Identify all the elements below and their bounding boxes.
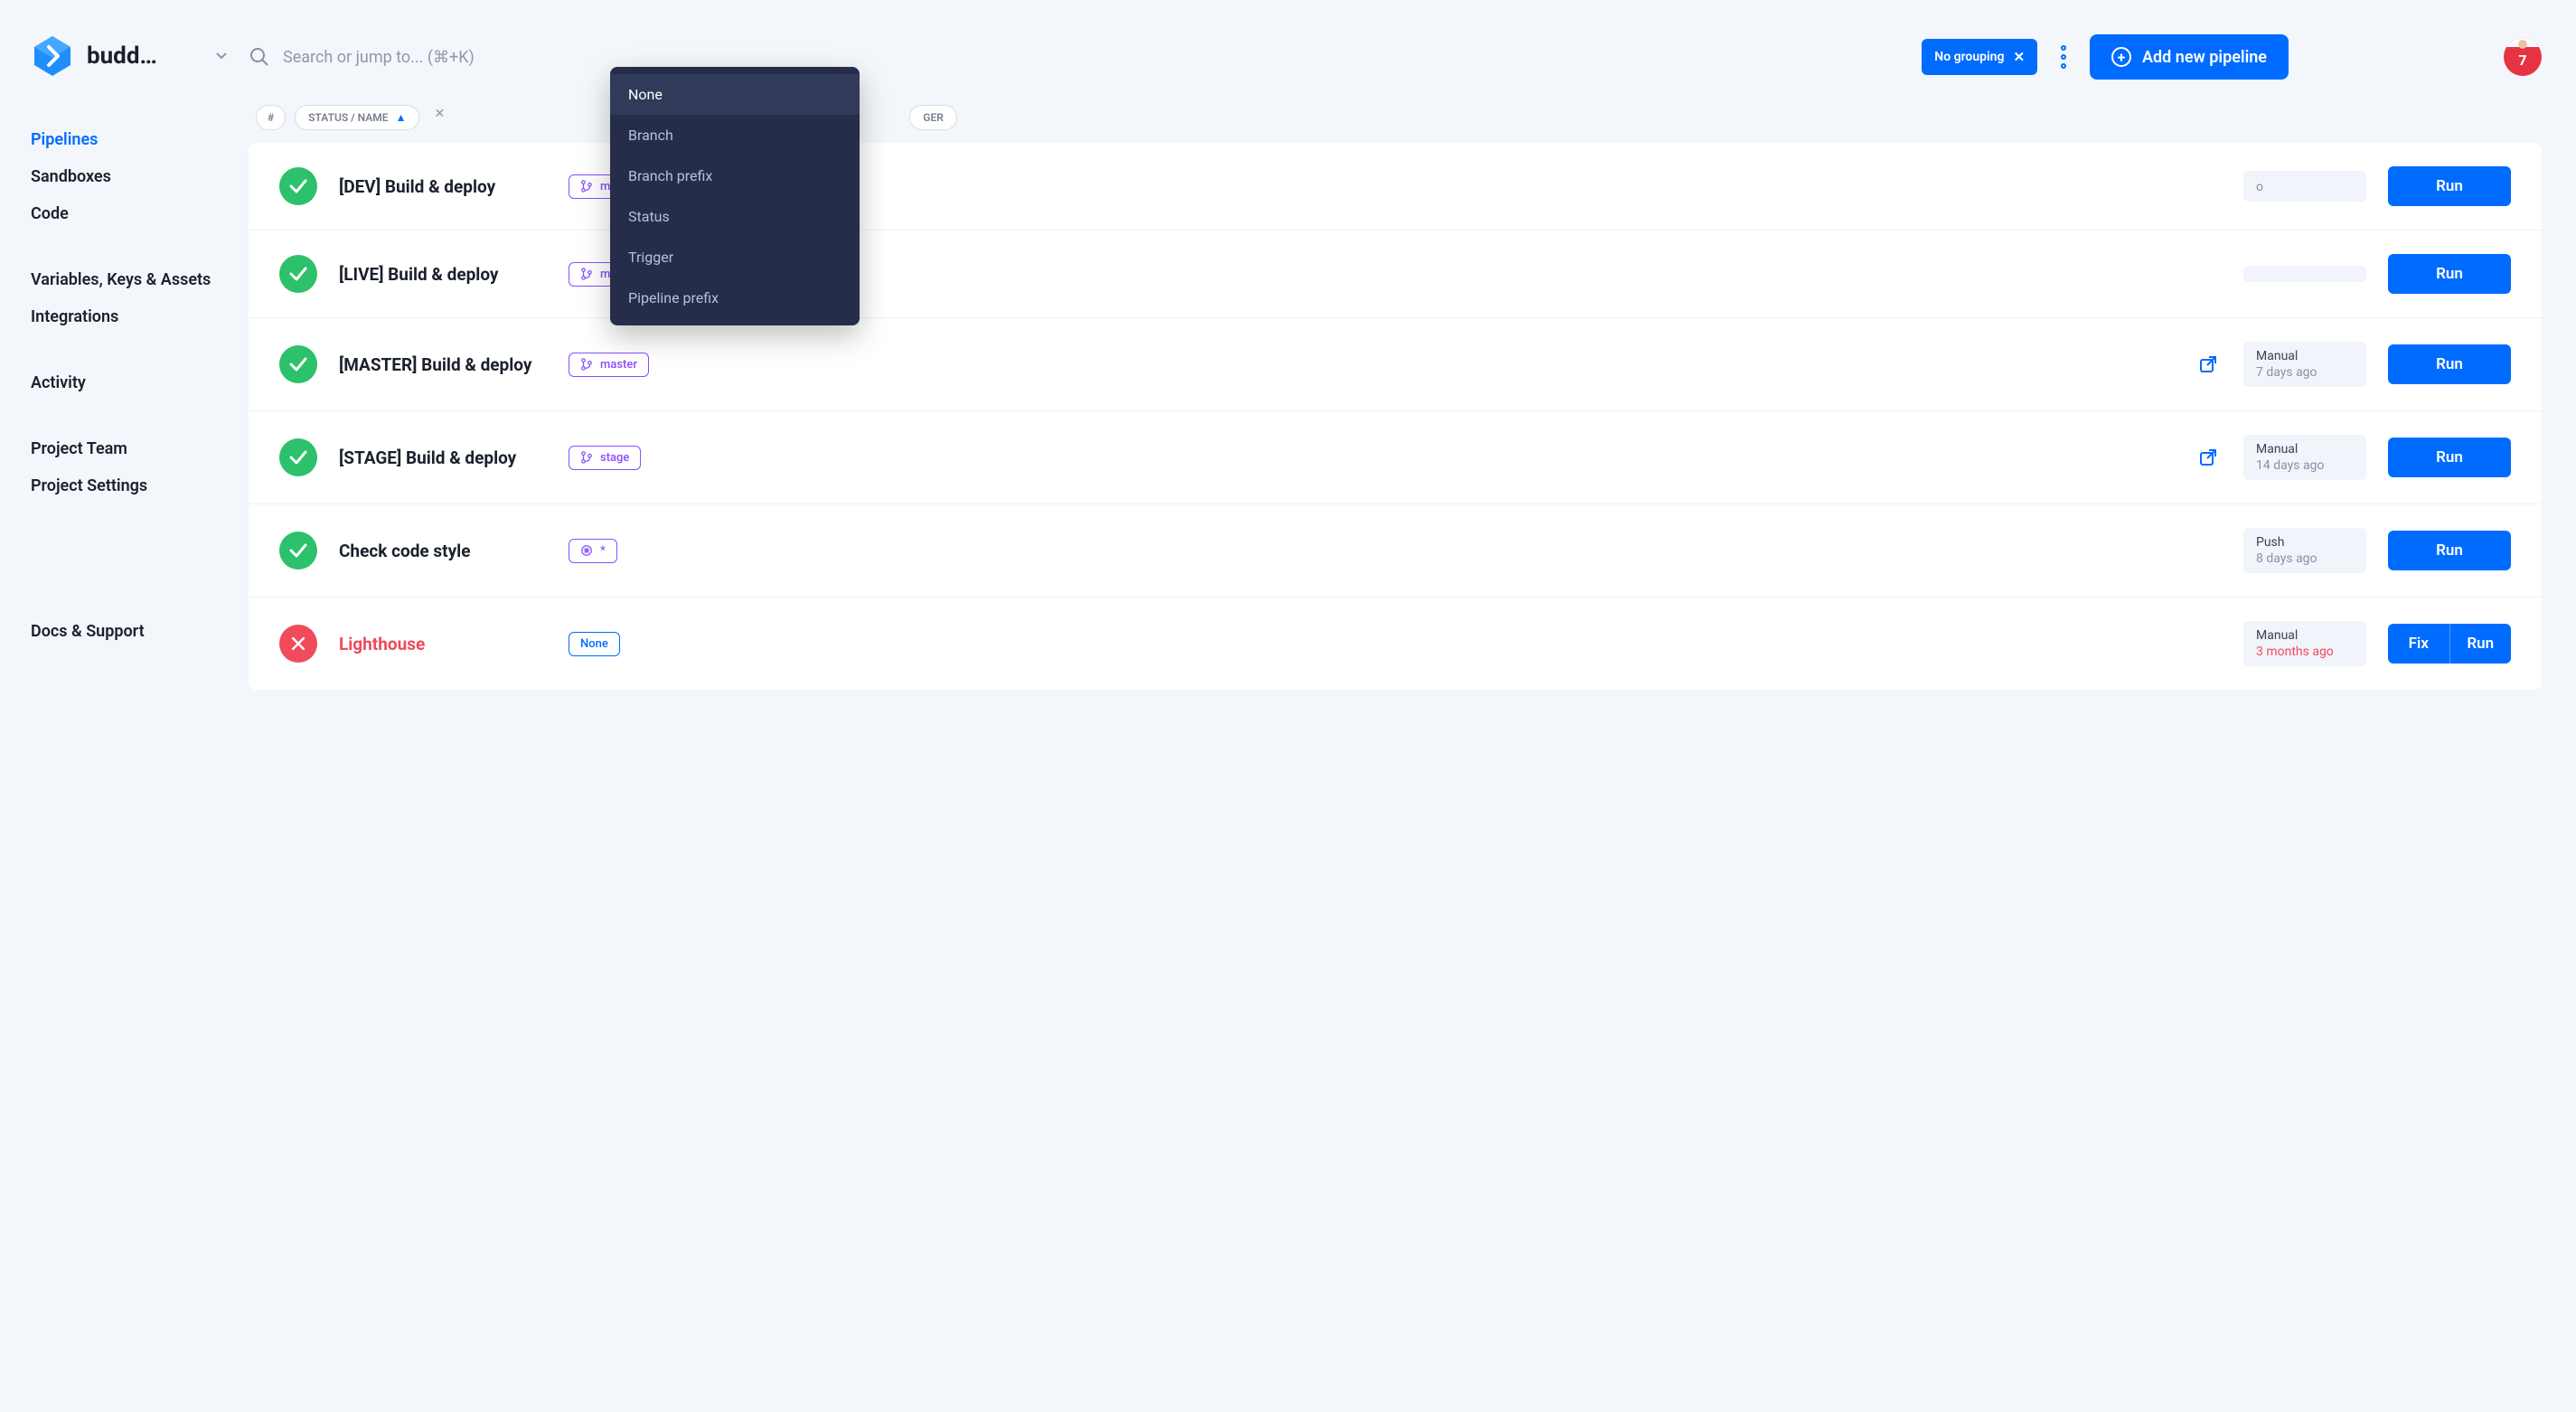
grouping-button-label: No grouping — [1934, 50, 2004, 64]
fix-button[interactable]: Fix — [2388, 624, 2450, 664]
nav-variables[interactable]: Variables, Keys & Assets — [31, 261, 230, 298]
nav-primary: Pipelines Sandboxes Code — [31, 121, 230, 232]
grouping-option-trigger[interactable]: Trigger — [610, 237, 860, 278]
status-success-icon — [279, 255, 317, 293]
filter-trigger[interactable]: GER — [909, 105, 957, 130]
trigger-info: Push8 days ago — [2243, 528, 2366, 573]
add-pipeline-button[interactable]: + Add new pipeline — [2090, 34, 2289, 80]
more-options-icon[interactable] — [2054, 38, 2073, 76]
open-external-icon[interactable] — [2198, 354, 2218, 374]
filter-clear-icon[interactable]: ✕ — [428, 105, 450, 130]
project-name[interactable]: budd… — [87, 42, 200, 70]
project-logo-icon — [31, 34, 74, 78]
pipeline-name[interactable]: [STAGE] Build & deploy — [339, 447, 547, 468]
search-wrap — [249, 46, 1905, 68]
svg-text:7: 7 — [2518, 52, 2526, 69]
trigger-time: 8 days ago — [2256, 551, 2354, 566]
filter-status-name-label: STATUS / NAME — [308, 111, 388, 124]
trigger-time: 14 days ago — [2256, 458, 2354, 473]
nav-docs-support[interactable]: Docs & Support — [31, 613, 230, 650]
add-pipeline-label: Add new pipeline — [2142, 48, 2267, 67]
grouping-dropdown: NoneBranchBranch prefixStatusTriggerPipe… — [610, 67, 860, 325]
trigger-type: Manual — [2256, 349, 2354, 363]
run-button[interactable]: Run — [2388, 344, 2511, 384]
trigger-info: Manual14 days ago — [2243, 435, 2366, 480]
branch-tag[interactable]: stage — [569, 446, 641, 470]
trigger-type: Manual — [2256, 628, 2354, 643]
nav-integrations[interactable]: Integrations — [31, 298, 230, 335]
pipeline-name[interactable]: Lighthouse — [339, 634, 547, 654]
pipeline-row[interactable]: [STAGE] Build & deploy stage Manual14 days… — [249, 411, 2542, 504]
grouping-option-none[interactable]: None — [610, 74, 860, 115]
pipeline-name[interactable]: Check code style — [339, 541, 547, 561]
run-button[interactable]: Run — [2388, 254, 2511, 294]
nav-secondary: Variables, Keys & Assets Integrations — [31, 261, 230, 335]
trigger-type: Push — [2256, 535, 2354, 550]
sidebar: budd… Pipelines Sandboxes Code Variables… — [0, 0, 249, 1412]
nav-pipelines[interactable]: Pipelines — [31, 121, 230, 158]
branch-none-tag[interactable]: None — [569, 632, 620, 656]
run-button[interactable]: Run — [2388, 438, 2511, 477]
pipeline-name[interactable]: [DEV] Build & deploy — [339, 176, 547, 197]
pipeline-row[interactable]: [MASTER] Build & deploy master Manual 7 day… — [249, 318, 2542, 411]
nav-activity[interactable]: Activity — [31, 364, 230, 401]
grouping-button[interactable]: No grouping ✕ — [1922, 39, 2037, 75]
run-button[interactable]: Run — [2450, 624, 2512, 664]
status-fail-icon — [279, 625, 317, 663]
status-success-icon — [279, 532, 317, 570]
filter-chips: # STATUS / NAME ▲ ✕ BRANCH GER — [249, 105, 2542, 130]
filter-hash[interactable]: # — [256, 105, 286, 130]
trigger-info: Manual 3 months ago — [2243, 621, 2366, 666]
grouping-option-branch[interactable]: Branch — [610, 115, 860, 155]
pipeline-row[interactable]: [LIVE] Build & deploymasteRun — [249, 231, 2542, 318]
pipeline-table: [DEV] Build & deploymasteoRun[LIVE] Buil… — [249, 143, 2542, 690]
nav-project-settings[interactable]: Project Settings — [31, 467, 230, 504]
pipeline-row[interactable]: Lighthouse None Manual 3 months ago FixRun — [249, 598, 2542, 690]
sort-asc-icon: ▲ — [396, 111, 407, 124]
search-input[interactable] — [283, 48, 1905, 67]
project-dropdown-caret-icon[interactable] — [212, 45, 230, 67]
status-success-icon — [279, 438, 317, 476]
nav-project-team[interactable]: Project Team — [31, 430, 230, 467]
pipeline-name[interactable]: [MASTER] Build & deploy — [339, 354, 547, 375]
nav-footer: Docs & Support — [31, 613, 230, 650]
main-content: No grouping ✕ + Add new pipeline 7 # STA… — [249, 0, 2576, 1412]
run-button[interactable]: Run — [2388, 531, 2511, 570]
plus-circle-icon: + — [2111, 47, 2131, 67]
project-header: budd… — [31, 34, 230, 78]
trigger-info: o — [2243, 171, 2366, 202]
pipeline-name[interactable]: [LIVE] Build & deploy — [339, 264, 547, 285]
grouping-option-branch-prefix[interactable]: Branch prefix — [610, 155, 860, 196]
pipeline-row[interactable]: [DEV] Build & deploymasteoRun — [249, 143, 2542, 231]
trigger-time: o — [2256, 180, 2354, 194]
avatar[interactable]: 7 — [2504, 38, 2542, 76]
trigger-time: 7 days ago — [2256, 365, 2354, 380]
nav-code[interactable]: Code — [31, 195, 230, 232]
action-button-group: FixRun — [2388, 624, 2511, 664]
trigger-time: 3 months ago — [2256, 645, 2354, 659]
trigger-info — [2243, 266, 2366, 282]
close-icon[interactable]: ✕ — [2013, 49, 2025, 65]
nav-tertiary: Activity — [31, 364, 230, 401]
grouping-option-status[interactable]: Status — [610, 196, 860, 237]
status-success-icon — [279, 167, 317, 205]
grouping-option-pipeline-prefix[interactable]: Pipeline prefix — [610, 278, 860, 318]
pipeline-row[interactable]: Check code style * Push8 days ago Run — [249, 504, 2542, 598]
search-icon — [249, 46, 270, 68]
nav-bottom: Project Team Project Settings — [31, 430, 230, 504]
open-external-icon[interactable] — [2198, 447, 2218, 467]
status-success-icon — [279, 345, 317, 383]
run-button[interactable]: Run — [2388, 166, 2511, 206]
branch-tag[interactable]: * — [569, 539, 617, 563]
topbar: No grouping ✕ + Add new pipeline 7 — [249, 34, 2542, 80]
trigger-type: Manual — [2256, 442, 2354, 457]
nav-sandboxes[interactable]: Sandboxes — [31, 158, 230, 195]
filter-status-name[interactable]: STATUS / NAME ▲ — [295, 105, 419, 130]
trigger-info: Manual 7 days ago — [2243, 342, 2366, 387]
branch-tag[interactable]: master — [569, 353, 649, 377]
